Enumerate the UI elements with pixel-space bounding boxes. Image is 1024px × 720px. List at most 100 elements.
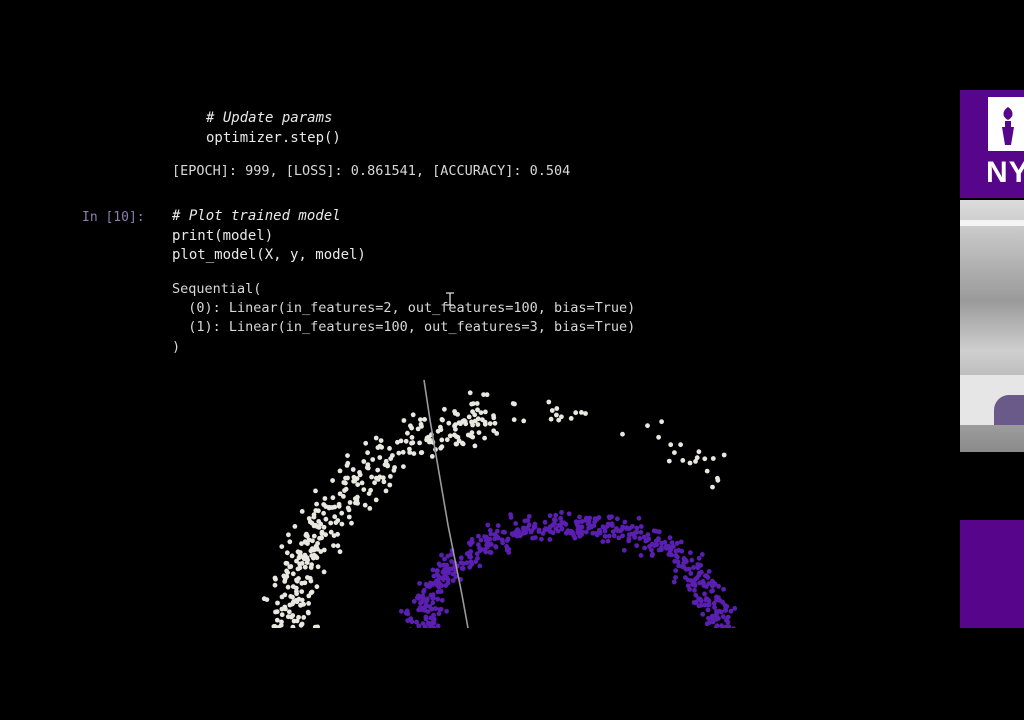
scatter-point-class-0 [311, 533, 317, 539]
scatter-point-class-1 [550, 530, 556, 536]
scatter-point-class-1 [547, 513, 553, 518]
scatter-point-class-1 [474, 551, 480, 557]
webcam-feed [960, 200, 1024, 452]
scatter-point-class-0 [366, 491, 372, 496]
scatter-point-class-0 [318, 549, 324, 554]
scatter-point-class-1 [607, 515, 613, 521]
scatter-point-class-1 [706, 569, 712, 574]
scatter-point-class-1 [716, 583, 721, 589]
scatter-point-class-1 [708, 629, 713, 634]
scatter-point-class-0 [367, 506, 373, 511]
scatter-point-class-0 [379, 444, 385, 450]
scatter-point-class-0 [339, 521, 345, 527]
scatter-point-class-0 [285, 584, 291, 590]
scatter-point-class-1 [423, 616, 429, 622]
scatter-point-class-0 [297, 550, 303, 555]
scatter-point-class-0 [546, 399, 552, 405]
scatter-point-class-1 [609, 523, 615, 528]
code-line-plot-model[interactable]: plot_model(X, y, model) [172, 246, 366, 265]
scatter-point-class-0 [336, 503, 342, 509]
decision-boundary-line [423, 379, 469, 628]
scatter-point-class-0 [378, 438, 384, 443]
scatter-point-class-0 [568, 416, 574, 421]
scatter-point-class-0 [301, 556, 307, 562]
scatter-point-class-1 [437, 563, 443, 568]
scatter-point-class-0 [491, 415, 497, 421]
scatter-point-class-1 [583, 529, 589, 535]
scatter-point-class-1 [667, 550, 673, 555]
scatter-point-class-1 [414, 619, 419, 625]
scatter-point-class-0 [298, 602, 303, 608]
code-line-print[interactable]: print(model) [172, 227, 273, 246]
scatter-point-class-1 [626, 526, 632, 531]
webcam-object [994, 395, 1024, 425]
scatter-point-class-1 [720, 614, 726, 620]
scatter-point-class-1 [461, 561, 466, 566]
scatter-point-class-1 [467, 554, 472, 560]
scatter-point-class-0 [365, 450, 370, 456]
scatter-point-class-1 [576, 519, 581, 525]
scatter-point-class-1 [605, 523, 610, 529]
scatter-point-class-0 [274, 617, 280, 623]
scatter-point-class-1 [709, 613, 715, 619]
scatter-point-class-0 [335, 543, 341, 549]
scatter-point-class-1 [579, 532, 584, 537]
scatter-point-class-1 [703, 584, 709, 589]
code-comment-plot[interactable]: # Plot trained model [172, 207, 341, 226]
scatter-point-class-1 [674, 540, 680, 546]
scatter-point-class-1 [709, 588, 714, 594]
scatter-point-class-1 [424, 598, 430, 603]
scatter-point-class-1 [398, 608, 404, 614]
scatter-point-class-1 [540, 531, 546, 536]
scatter-point-class-1 [697, 580, 702, 586]
scatter-point-class-1 [586, 525, 592, 531]
scatter-point-class-1 [508, 512, 513, 517]
scatter-point-class-0 [409, 435, 415, 440]
scatter-point-class-0 [435, 428, 441, 434]
scatter-point-class-0 [299, 561, 305, 566]
scatter-point-class-1 [696, 603, 702, 609]
scatter-point-class-0 [482, 435, 487, 441]
scatter-point-class-1 [723, 608, 728, 613]
scatter-point-class-0 [482, 421, 488, 427]
scatter-point-class-0 [321, 569, 327, 575]
scatter-point-class-0 [311, 512, 317, 518]
scatter-point-class-1 [692, 580, 697, 586]
scatter-point-class-1 [431, 573, 437, 579]
scatter-point-class-1 [621, 547, 627, 553]
scatter-point-class-1 [706, 602, 712, 608]
scatter-point-class-0 [304, 560, 310, 565]
scatter-point-class-0 [286, 609, 292, 615]
scatter-point-class-1 [683, 575, 688, 580]
scatter-point-class-0 [313, 488, 318, 494]
scatter-point-class-0 [359, 480, 365, 486]
scatter-point-class-0 [288, 564, 294, 569]
scatter-point-class-1 [592, 519, 597, 525]
scatter-point-class-1 [550, 522, 555, 528]
scatter-point-class-1 [671, 579, 677, 585]
scatter-point-class-1 [495, 523, 501, 528]
scatter-point-class-0 [295, 566, 301, 572]
scatter-point-class-0 [666, 458, 672, 464]
scatter-point-class-1 [689, 557, 695, 563]
scatter-point-class-1 [719, 623, 724, 628]
scatter-point-class-1 [409, 627, 413, 628]
scatter-point-class-1 [672, 559, 678, 564]
scatter-point-class-1 [422, 625, 428, 628]
scatter-point-class-0 [579, 410, 584, 415]
scatter-point-class-0 [285, 570, 290, 575]
scatter-point-class-1 [673, 553, 679, 558]
scatter-point-class-1 [695, 565, 701, 571]
scatter-point-class-0 [468, 433, 474, 439]
scatter-point-class-1 [684, 559, 689, 564]
scatter-point-class-1 [505, 536, 511, 542]
scatter-point-class-0 [300, 630, 305, 635]
scatter-point-class-0 [645, 423, 650, 429]
scatter-point-class-0 [279, 619, 284, 625]
scatter-point-class-0 [287, 539, 293, 545]
scatter-point-class-1 [703, 597, 709, 603]
scatter-point-class-0 [511, 417, 517, 423]
scatter-point-class-1 [697, 596, 702, 602]
scatter-point-class-1 [732, 606, 738, 611]
scatter-point-class-1 [636, 515, 642, 521]
